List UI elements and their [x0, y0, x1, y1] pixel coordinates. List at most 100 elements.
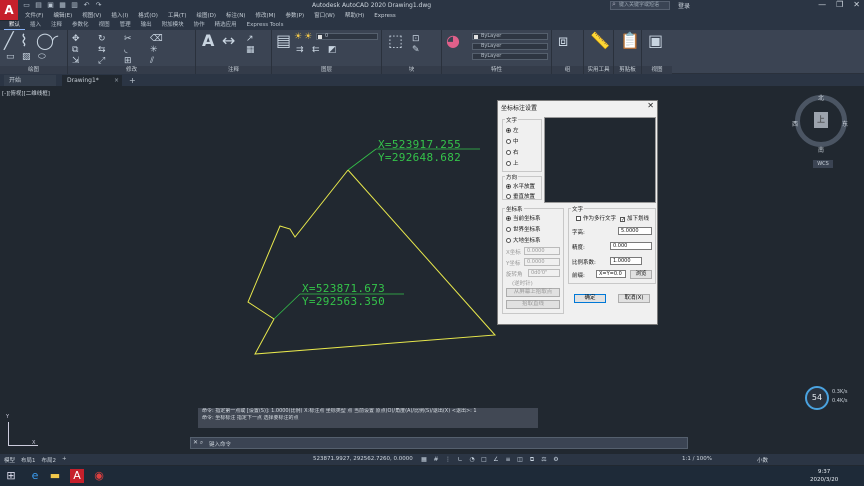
radio-geodetic[interactable]: 大地坐标系	[506, 236, 541, 244]
dimension-icon[interactable]: ↔	[222, 32, 235, 50]
radio-world-ucs[interactable]: 世界坐标系	[506, 225, 541, 233]
command-input[interactable]: 键入命令	[209, 440, 231, 448]
browse-button[interactable]: 浏览	[630, 270, 652, 279]
ellipse-icon[interactable]: ⬭	[38, 52, 46, 62]
compass-east[interactable]: 东	[842, 119, 848, 128]
array-icon[interactable]: ⊞	[124, 56, 132, 66]
menu-dimension[interactable]: 标注(N)	[221, 12, 250, 21]
menu-view[interactable]: 视图(V)	[77, 12, 106, 21]
annotation-scale[interactable]: 1:1 / 100%	[682, 456, 712, 462]
edge-browser-icon[interactable]: e	[28, 469, 42, 483]
viewcube-top-face[interactable]: 上	[814, 112, 828, 128]
login-button[interactable]: 登录	[678, 1, 690, 10]
transparency-icon[interactable]: ◫	[516, 456, 524, 463]
model-space-icon[interactable]: ▦	[420, 456, 428, 463]
autocad-logo[interactable]: A	[0, 0, 18, 20]
chk-mtext[interactable]: 作为多行文字	[576, 214, 616, 222]
line-icon[interactable]: ╱	[4, 32, 14, 50]
rotate-icon[interactable]: ↻	[98, 34, 106, 44]
layer-freeze-icon[interactable]: ☀	[304, 32, 312, 42]
layout-tab-model[interactable]: 模型	[4, 456, 15, 464]
erase-icon[interactable]: ⌫	[150, 34, 163, 44]
text-icon[interactable]: A	[202, 32, 214, 50]
ortho-icon[interactable]: ∟	[456, 456, 464, 463]
table-icon[interactable]: ▦	[246, 45, 255, 55]
layer-match-icon[interactable]: ⇉	[296, 45, 304, 55]
compass-west[interactable]: 西	[792, 119, 798, 128]
tab-express-tools[interactable]: Express Tools	[242, 21, 289, 30]
panel-block-title[interactable]: 块	[382, 66, 441, 74]
radio-center[interactable]: 中	[506, 137, 519, 145]
tab-start[interactable]: 开始	[4, 75, 56, 86]
move-icon[interactable]: ✥	[72, 34, 80, 44]
create-block-icon[interactable]: ⊡	[412, 34, 420, 44]
plot-icon[interactable]: ▥	[70, 1, 79, 10]
wcs-menu[interactable]: WCS	[813, 160, 833, 168]
panel-modify-title[interactable]: 修改	[68, 66, 195, 74]
color-combo[interactable]: ByLayer	[472, 33, 548, 40]
precision-select[interactable]: 0.000	[610, 242, 652, 250]
insert-block-icon[interactable]: ⬚	[388, 32, 403, 50]
offset-icon[interactable]: ⫽	[150, 56, 154, 66]
panel-annotation-title[interactable]: 注释	[196, 66, 271, 74]
minimize-button[interactable]: —	[818, 0, 826, 9]
measure-icon[interactable]: 📏	[590, 32, 610, 50]
scale-icon[interactable]: ⤢	[98, 56, 105, 66]
lineweight-combo[interactable]: ByLayer	[472, 53, 548, 60]
autocad-taskbar-icon[interactable]: A	[70, 469, 84, 483]
chk-underline[interactable]: ✓ 加下划线	[620, 214, 649, 223]
layout-tab-1[interactable]: 布局1	[21, 456, 36, 464]
explode-icon[interactable]: ✳	[150, 45, 158, 55]
add-layout-button[interactable]: +	[62, 456, 67, 464]
radio-top[interactable]: 上	[506, 159, 519, 167]
layout-tab-2[interactable]: 布局2	[42, 456, 57, 464]
layer-on-icon[interactable]: ☀	[294, 32, 302, 42]
viewport-controls[interactable]: [-][俯视][二维线框]	[2, 89, 50, 97]
layer-previous-icon[interactable]: ⇇	[312, 45, 320, 55]
panel-draw-title[interactable]: 绘图	[0, 66, 67, 74]
trim-icon[interactable]: ✂	[124, 34, 132, 44]
menu-draw[interactable]: 绘图(D)	[192, 12, 222, 21]
menu-file[interactable]: 文件(F)	[20, 12, 48, 21]
selection-cycling-icon[interactable]: ⧉	[528, 456, 536, 463]
view-icon[interactable]: ▣	[648, 32, 663, 50]
new-tab-button[interactable]: +	[124, 75, 141, 86]
grid-icon[interactable]: #	[432, 456, 440, 463]
prefix-field[interactable]: X=Y=0.0	[596, 270, 626, 278]
close-button[interactable]: ✕	[853, 0, 860, 9]
panel-clipboard-title[interactable]: 剪贴板	[614, 66, 641, 74]
rectangle-icon[interactable]: ▭	[6, 52, 15, 62]
tab-insert[interactable]: 插入	[25, 21, 46, 30]
annotation-scale-icon[interactable]: ⚖	[540, 456, 548, 463]
panel-groups-title[interactable]: 组	[552, 66, 583, 74]
group-icon[interactable]: ⧈	[558, 32, 568, 50]
dialog-close-button[interactable]: ✕	[647, 101, 654, 110]
pick-point-button[interactable]: 从屏幕上拾取点	[506, 288, 560, 297]
stretch-icon[interactable]: ⇲	[72, 56, 80, 66]
radio-horizontal[interactable]: 水平放置	[506, 182, 535, 190]
y-origin-field[interactable]: 0.0000	[524, 258, 560, 266]
save-as-icon[interactable]: ▦	[58, 1, 67, 10]
linetype-combo[interactable]: ByLayer	[472, 43, 548, 50]
units-readout[interactable]: 小数	[757, 456, 768, 464]
radio-vertical[interactable]: 垂直放置	[506, 192, 535, 200]
tab-drawing1[interactable]: Drawing1* ×	[62, 75, 122, 86]
tab-manage[interactable]: 管理	[115, 21, 136, 30]
hatch-icon[interactable]: ▨	[22, 52, 31, 62]
redo-icon[interactable]: ↷	[94, 1, 103, 10]
scale-field[interactable]: 1.0000	[610, 257, 642, 265]
menu-insert[interactable]: 插入(I)	[106, 12, 133, 21]
mirror-icon[interactable]: ⇆	[98, 45, 106, 55]
command-close-icon[interactable]: ✕ ⌕	[193, 439, 203, 447]
tab-parametric[interactable]: 参数化	[67, 21, 94, 30]
ok-button[interactable]: 确定	[574, 294, 606, 303]
panel-layers-title[interactable]: 图层	[272, 66, 381, 74]
layer-combo[interactable]: 0	[316, 33, 378, 40]
tab-collaborate[interactable]: 协作	[189, 21, 210, 30]
file-explorer-icon[interactable]: ▬	[48, 469, 62, 483]
height-field[interactable]: 5.0000	[618, 227, 652, 235]
radio-left[interactable]: 左	[506, 126, 519, 134]
open-file-icon[interactable]: ▤	[34, 1, 43, 10]
lineweight-icon[interactable]: ≡	[504, 456, 512, 463]
menu-format[interactable]: 格式(O)	[133, 12, 163, 21]
